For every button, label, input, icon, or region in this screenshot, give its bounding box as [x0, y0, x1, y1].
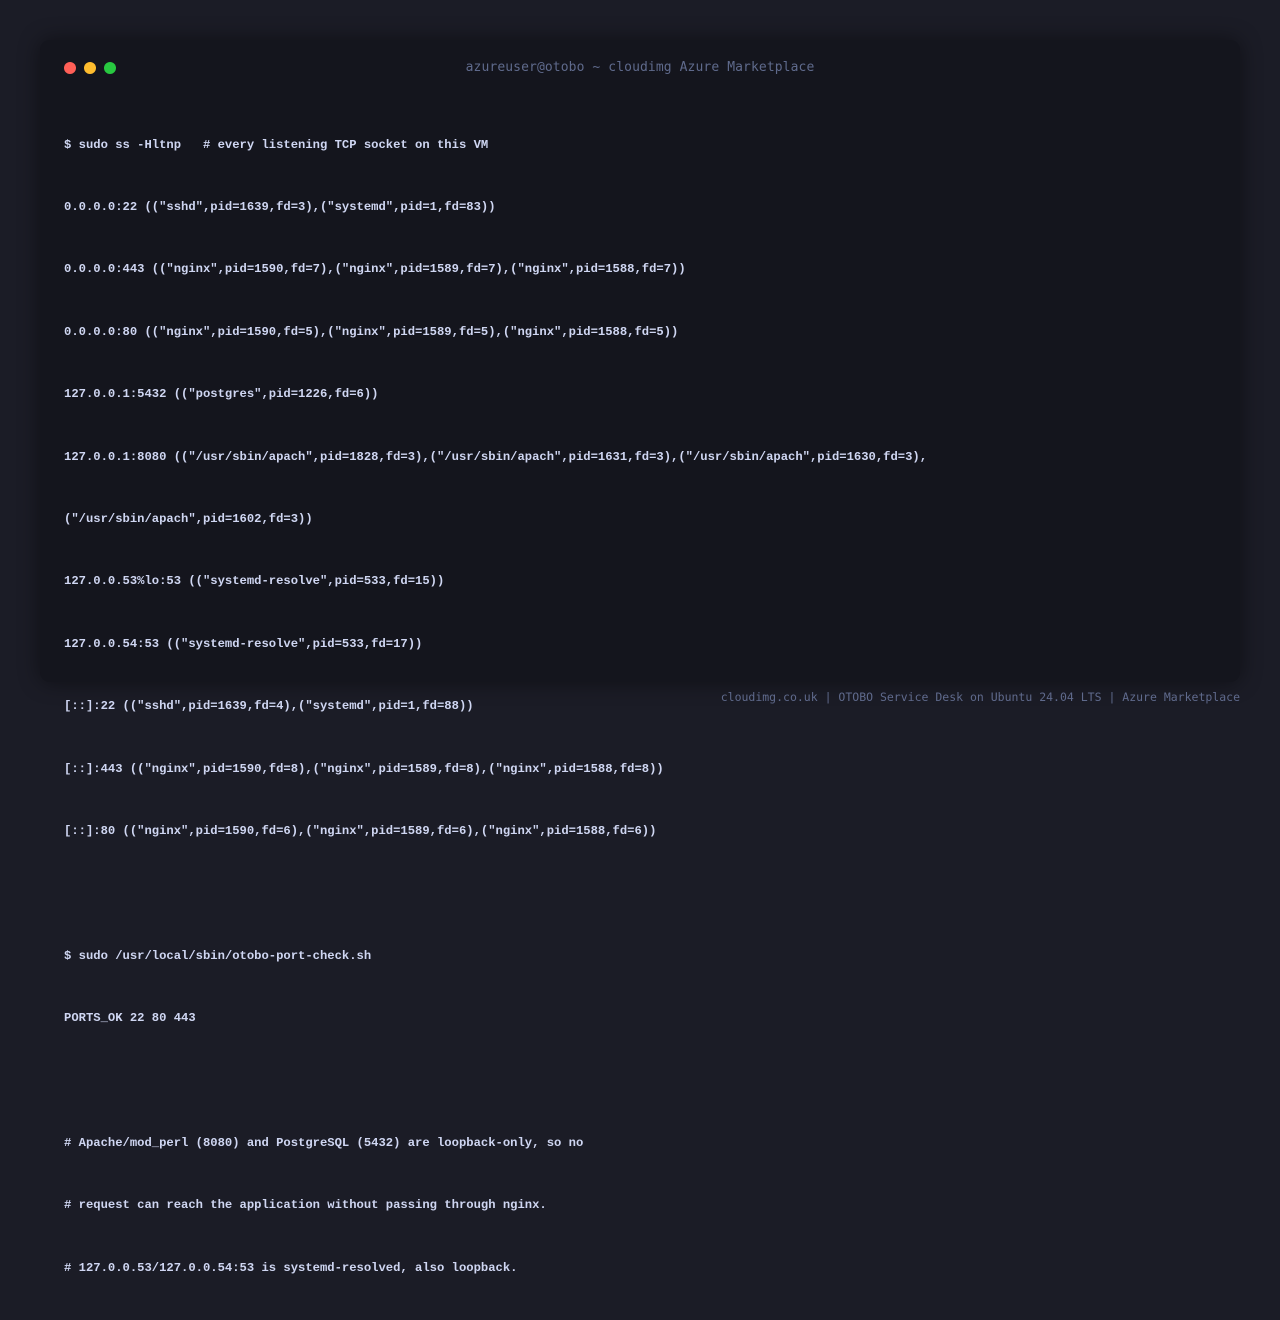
terminal-output[interactable]: $ sudo ss -Hltnp # every listening TCP s…: [64, 93, 1216, 1320]
comment-line: # Apache/mod_perl (8080) and PostgreSQL …: [64, 1135, 584, 1150]
footer-caption: cloudimg.co.uk | OTOBO Service Desk on U…: [720, 690, 1240, 704]
output-line: [::]:80 (("nginx",pid=1590,fd=6),("nginx…: [64, 823, 657, 838]
output-line: [::]:443 (("nginx",pid=1590,fd=8),("ngin…: [64, 761, 664, 776]
output-line: 127.0.0.54:53 (("systemd-resolve",pid=53…: [64, 636, 423, 651]
terminal-window: azureuser@otobo ~ cloudimg Azure Marketp…: [40, 40, 1240, 1275]
output-line: 0.0.0.0:443 (("nginx",pid=1590,fd=7),("n…: [64, 262, 686, 277]
output-line: 127.0.0.53%lo:53 (("systemd-resolve",pid…: [64, 574, 445, 589]
title-bar: azureuser@otobo ~ cloudimg Azure Marketp…: [40, 40, 1240, 96]
comment-line: # request can reach the application with…: [64, 1198, 547, 1213]
output-line: 127.0.0.1:8080 (("/usr/sbin/apach",pid=1…: [64, 449, 928, 464]
output-line: 0.0.0.0:22 (("sshd",pid=1639,fd=3),("sys…: [64, 199, 496, 214]
output-line: 0.0.0.0:80 (("nginx",pid=1590,fd=5),("ng…: [64, 324, 679, 339]
window-title: azureuser@otobo ~ cloudimg Azure Marketp…: [465, 60, 815, 75]
comment-line: # 127.0.0.53/127.0.0.54:53 is systemd-re…: [64, 1260, 518, 1275]
output-line: PORTS_OK 22 80 443: [64, 1011, 196, 1026]
output-line: 127.0.0.1:5432 (("postgres",pid=1226,fd=…: [64, 387, 379, 402]
prompt-line: $ sudo /usr/local/sbin/otobo-port-check.…: [64, 948, 372, 963]
output-line: ("/usr/sbin/apach",pid=1602,fd=3)): [64, 511, 313, 526]
prompt-line: $ sudo ss -Hltnp # every listening TCP s…: [64, 137, 489, 152]
